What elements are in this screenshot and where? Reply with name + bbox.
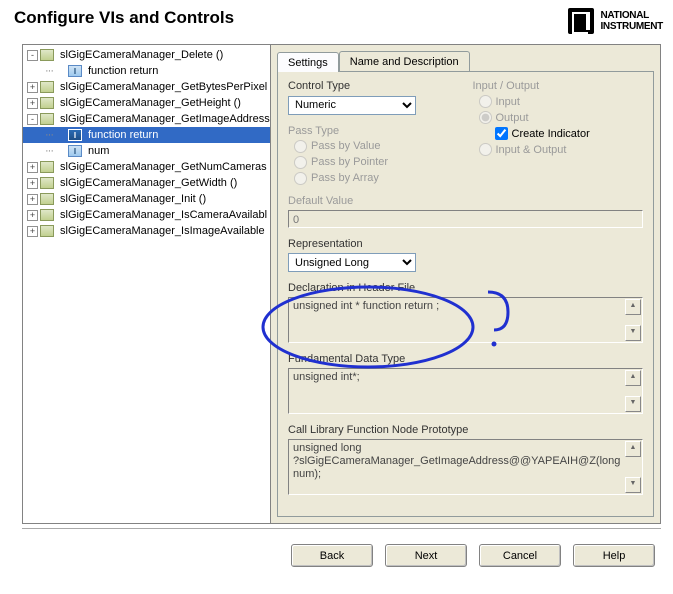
- tree-expander[interactable]: +: [27, 178, 38, 189]
- tree-item[interactable]: + slGigECameraManager_GetHeight (): [23, 95, 270, 111]
- next-button[interactable]: Next: [385, 544, 467, 567]
- function-icon: [40, 161, 54, 173]
- function-icon: [40, 49, 54, 61]
- tree-expander[interactable]: +: [27, 226, 38, 237]
- input-radio: Input: [479, 95, 644, 108]
- tree-item[interactable]: + slGigECameraManager_GetBytesPerPixel: [23, 79, 270, 95]
- tree-item-label: slGigECameraManager_Init (): [58, 192, 208, 206]
- tree-expander[interactable]: +: [27, 194, 38, 205]
- main-content: -slGigECameraManager_Delete ()···Ifuncti…: [22, 44, 661, 524]
- pass-by-array-radio: Pass by Array: [294, 172, 459, 185]
- input-output-label: Input / Output: [473, 80, 644, 92]
- tree-item-label: slGigECameraManager_Delete (): [58, 48, 225, 62]
- tree-item-label: slGigECameraManager_GetNumCameras: [58, 160, 269, 174]
- tree-item-label: slGigECameraManager_GetImageAddress: [58, 112, 271, 126]
- scroll-down-icon[interactable]: ▼: [625, 477, 641, 493]
- page-title: Configure VIs and Controls: [14, 8, 234, 28]
- control-type-label: Control Type: [288, 80, 459, 92]
- tree-item[interactable]: ···Inum: [23, 143, 270, 159]
- ni-logo: NATIONALINSTRUMENT: [568, 8, 663, 34]
- scroll-down-icon[interactable]: ▼: [625, 325, 641, 341]
- default-value-label: Default Value: [288, 195, 643, 207]
- tree-item[interactable]: - slGigECameraManager_Delete (): [23, 47, 270, 63]
- tree-item-label: slGigECameraManager_GetWidth (): [58, 176, 239, 190]
- tree-item[interactable]: - slGigECameraManager_GetImageAddress: [23, 111, 270, 127]
- tree-item[interactable]: ···Ifunction return: [23, 63, 270, 79]
- function-icon: [40, 209, 54, 221]
- tab-name-description[interactable]: Name and Description: [339, 51, 470, 71]
- tree-item[interactable]: + slGigECameraManager_IsImageAvailable: [23, 223, 270, 239]
- pass-by-pointer-radio: Pass by Pointer: [294, 156, 459, 169]
- fundamental-label: Fundamental Data Type: [288, 353, 643, 365]
- function-icon: [40, 225, 54, 237]
- representation-select[interactable]: Unsigned Long: [288, 253, 416, 272]
- param-icon: I: [68, 129, 82, 141]
- tree-item-label: slGigECameraManager_IsCameraAvailabl: [58, 208, 269, 222]
- tree-expander[interactable]: +: [27, 98, 38, 109]
- scroll-up-icon[interactable]: ▲: [625, 299, 641, 315]
- cancel-button[interactable]: Cancel: [479, 544, 561, 567]
- tree-item-label: function return: [86, 128, 160, 142]
- scroll-up-icon[interactable]: ▲: [625, 441, 641, 457]
- tree-item[interactable]: + slGigECameraManager_GetNumCameras: [23, 159, 270, 175]
- help-button[interactable]: Help: [573, 544, 655, 567]
- output-radio: Output: [479, 111, 644, 124]
- back-button[interactable]: Back: [291, 544, 373, 567]
- tree-item[interactable]: ···Ifunction return: [23, 127, 270, 143]
- tree-item[interactable]: + slGigECameraManager_IsCameraAvailabl: [23, 207, 270, 223]
- tree-expander[interactable]: -: [27, 50, 38, 61]
- tree-expander[interactable]: -: [27, 114, 38, 125]
- tree-item-label: slGigECameraManager_GetHeight (): [58, 96, 243, 110]
- function-tree[interactable]: -slGigECameraManager_Delete ()···Ifuncti…: [23, 45, 271, 523]
- param-icon: I: [68, 145, 82, 157]
- tree-item-label: function return: [86, 64, 160, 78]
- fundamental-field: unsigned int*; ▲▼: [288, 368, 643, 414]
- declaration-field: unsigned int * function return ; ▲▼: [288, 297, 643, 343]
- button-bar: Back Next Cancel Help: [0, 530, 673, 567]
- function-icon: [40, 177, 54, 189]
- scroll-down-icon[interactable]: ▼: [625, 396, 641, 412]
- function-icon: [40, 113, 54, 125]
- pass-by-value-radio: Pass by Value: [294, 140, 459, 153]
- param-icon: I: [68, 65, 82, 77]
- declaration-label: Declaration in Header File: [288, 282, 643, 294]
- input-and-output-radio: Input & Output: [479, 143, 644, 156]
- tree-expander[interactable]: +: [27, 162, 38, 173]
- function-icon: [40, 97, 54, 109]
- scroll-up-icon[interactable]: ▲: [625, 370, 641, 386]
- function-icon: [40, 193, 54, 205]
- tree-expander[interactable]: +: [27, 82, 38, 93]
- pass-type-label: Pass Type: [288, 125, 459, 137]
- tree-item-label: slGigECameraManager_GetBytesPerPixel: [58, 80, 269, 94]
- tab-settings[interactable]: Settings: [277, 52, 339, 72]
- tree-item[interactable]: + slGigECameraManager_Init (): [23, 191, 270, 207]
- detail-pane: Settings Name and Description Control Ty…: [271, 45, 660, 523]
- representation-label: Representation: [288, 238, 643, 250]
- prototype-label: Call Library Function Node Prototype: [288, 424, 643, 436]
- tree-item-label: slGigECameraManager_IsImageAvailable: [58, 224, 267, 238]
- create-indicator-checkbox[interactable]: Create Indicator: [495, 127, 644, 140]
- control-type-select[interactable]: Numeric: [288, 96, 416, 115]
- default-value-field: 0: [288, 210, 643, 228]
- tree-expander[interactable]: +: [27, 210, 38, 221]
- tree-item[interactable]: + slGigECameraManager_GetWidth (): [23, 175, 270, 191]
- function-icon: [40, 81, 54, 93]
- prototype-field: unsigned long?slGigECameraManager_GetIma…: [288, 439, 643, 495]
- tree-item-label: num: [86, 144, 111, 158]
- ni-logo-icon: [568, 8, 594, 34]
